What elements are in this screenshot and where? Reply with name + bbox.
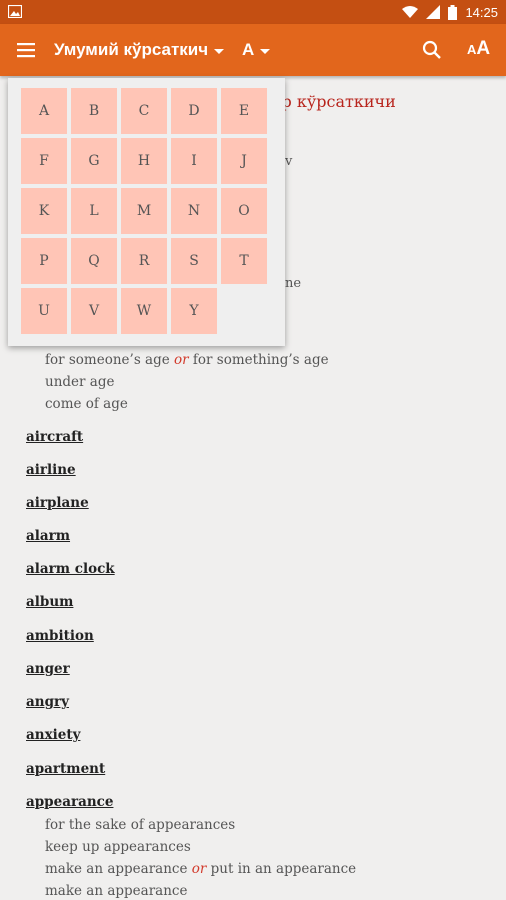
letter-grid: A B C D E F G H I J K L M N O P Q R S T …	[21, 88, 267, 334]
font-size-icon[interactable]: AA	[467, 38, 495, 62]
partial-text: v	[285, 154, 293, 169]
entry-airplane[interactable]: airplane	[26, 495, 89, 511]
letter-cell-s[interactable]: S	[171, 238, 217, 284]
letter-cell-i[interactable]: I	[171, 138, 217, 184]
letter-cell-j[interactable]: J	[221, 138, 267, 184]
entry-anger[interactable]: anger	[26, 661, 70, 677]
letter-cell-m[interactable]: M	[121, 188, 167, 234]
letter-cell-g[interactable]: G	[71, 138, 117, 184]
menu-icon[interactable]	[14, 38, 38, 62]
letter-cell-f[interactable]: F	[21, 138, 67, 184]
entry-aircraft[interactable]: aircraft	[26, 429, 83, 445]
letter-cell-a[interactable]: A	[21, 88, 67, 134]
status-bar: 14:25	[0, 0, 506, 24]
battery-icon	[448, 4, 458, 20]
signal-icon	[426, 5, 441, 19]
phrase-item[interactable]: come of age	[45, 396, 128, 412]
entry-apartment[interactable]: apartment	[26, 761, 105, 777]
partial-text: ne	[285, 276, 302, 291]
toolbar-title: Умумий кўрсаткич	[54, 40, 209, 59]
entry-appearance[interactable]: appearance	[26, 794, 113, 810]
chevron-down-icon	[214, 48, 225, 54]
entry-ambition[interactable]: ambition	[26, 628, 94, 644]
letter-dropdown[interactable]: A	[242, 38, 271, 62]
wifi-icon	[402, 5, 419, 18]
letter-cell-o[interactable]: O	[221, 188, 267, 234]
entry-angry[interactable]: angry	[26, 694, 69, 710]
letter-cell-w[interactable]: W	[121, 288, 167, 334]
letter-cell-n[interactable]: N	[171, 188, 217, 234]
letter-cell-v[interactable]: V	[71, 288, 117, 334]
app-toolbar: Умумий кўрсаткич A AA	[0, 24, 506, 76]
entry-anxiety[interactable]: anxiety	[26, 727, 80, 743]
letter-cell-l[interactable]: L	[71, 188, 117, 234]
letter-cell-q[interactable]: Q	[71, 238, 117, 284]
phrase-item[interactable]: make an appearance	[45, 883, 187, 899]
phrase-item[interactable]: for the sake of appearances	[45, 817, 235, 833]
phrase-item[interactable]: keep up appearances	[45, 839, 191, 855]
letter-cell-r[interactable]: R	[121, 238, 167, 284]
letter-cell-c[interactable]: C	[121, 88, 167, 134]
letter-cell-d[interactable]: D	[171, 88, 217, 134]
entry-alarm[interactable]: alarm	[26, 528, 70, 544]
search-icon[interactable]	[420, 38, 444, 62]
letter-picker-popup: A B C D E F G H I J K L M N O P Q R S T …	[8, 78, 285, 346]
chevron-down-icon	[260, 48, 271, 54]
image-icon	[8, 5, 22, 18]
letter-cell-t[interactable]: T	[221, 238, 267, 284]
status-time: 14:25	[465, 4, 498, 20]
letter-cell-y[interactable]: Y	[171, 288, 217, 334]
letter-cell-b[interactable]: B	[71, 88, 117, 134]
phrase-item[interactable]: for someone’s age or for something’s age	[45, 352, 329, 368]
index-type-dropdown[interactable]: Умумий кўрсаткич	[54, 38, 225, 62]
page-heading: ар кўрсаткичи	[272, 92, 396, 111]
letter-cell-u[interactable]: U	[21, 288, 67, 334]
letter-cell-h[interactable]: H	[121, 138, 167, 184]
entry-airline[interactable]: airline	[26, 462, 76, 478]
entry-album[interactable]: album	[26, 594, 73, 610]
phrase-item[interactable]: make an appearance or put in an appearan…	[45, 861, 356, 877]
entry-alarm-clock[interactable]: alarm clock	[26, 561, 115, 577]
selected-letter: A	[242, 40, 255, 59]
letter-cell-e[interactable]: E	[221, 88, 267, 134]
letter-cell-k[interactable]: K	[21, 188, 67, 234]
letter-cell-p[interactable]: P	[21, 238, 67, 284]
phrase-item[interactable]: under age	[45, 374, 114, 390]
